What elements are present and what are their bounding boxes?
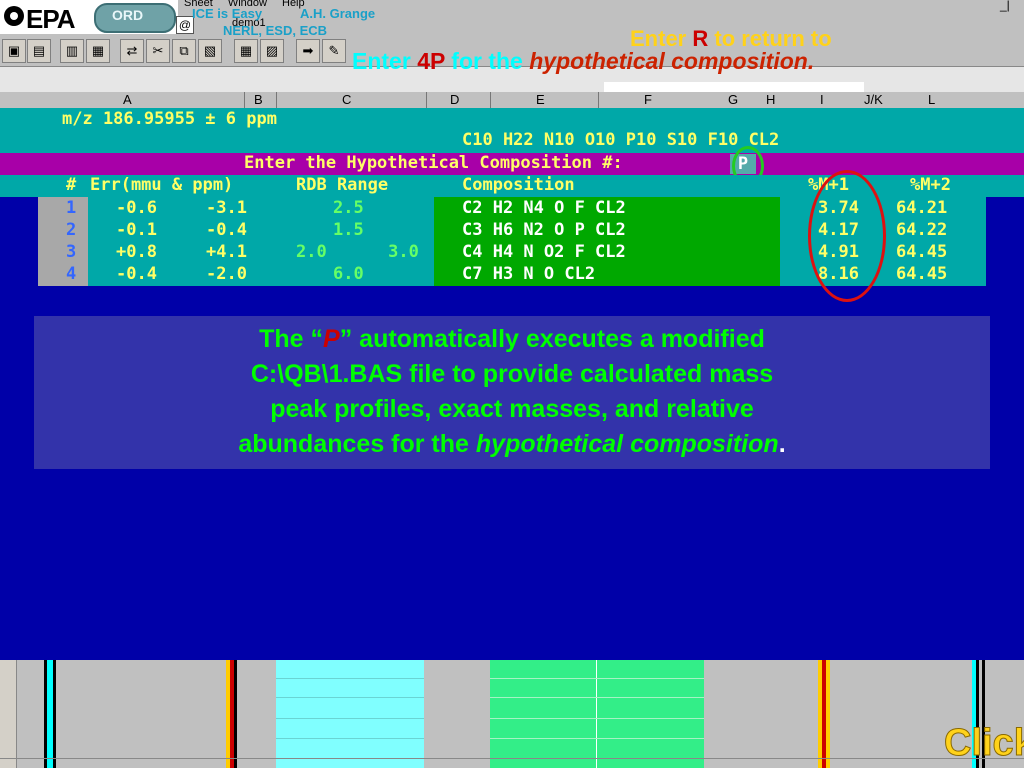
header-composition: Composition — [462, 175, 575, 195]
header-index: # — [66, 175, 77, 195]
open-file-icon[interactable]: ▤ — [27, 39, 51, 63]
paste-icon[interactable]: ▧ — [198, 39, 222, 63]
epa-seal-icon — [4, 6, 24, 26]
save-icon[interactable]: ▥ — [60, 39, 84, 63]
column-header-l[interactable]: L — [928, 92, 935, 107]
column-header-c[interactable]: C — [342, 92, 351, 107]
column-header-a[interactable]: A — [123, 92, 132, 107]
copy-icon[interactable]: ⧉ — [172, 39, 196, 63]
instruction-banner: Enter 4P for the hypothetical compositio… — [352, 48, 815, 74]
header-rdb: RDB Range — [296, 175, 389, 195]
click-button[interactable]: Click — [944, 722, 1024, 765]
cyan-cell-block[interactable] — [276, 660, 424, 768]
column-header-h[interactable]: H — [766, 92, 775, 107]
new-file-icon[interactable]: ▣ — [2, 39, 26, 63]
overlay-author: A.H. Grange — [300, 6, 376, 21]
header-error: Err(mmu & ppm) — [90, 175, 234, 195]
toolbar: ▣ ▤ ▥ ▦ ⇄ ✂ ⧉ ▧ ▦ ▨ ➡ ✎ — [0, 36, 350, 66]
undo-icon[interactable]: ⇄ — [120, 39, 144, 63]
image-icon[interactable]: ▨ — [260, 39, 284, 63]
header-m2: %M+2 — [910, 175, 951, 195]
explanation-text: The “P” automatically executes a modifie… — [238, 325, 786, 458]
arrow-icon[interactable]: ➡ — [296, 39, 320, 63]
max-formula: C10 H22 N10 O10 P10 S10 F10 CL2 — [462, 130, 780, 150]
column-headers: A B C D E F G H I J/K L — [0, 92, 1024, 109]
column-header-e[interactable]: E — [536, 92, 545, 107]
ord-logo: ORD — [86, 0, 178, 34]
column-header-f[interactable]: F — [644, 92, 652, 107]
grid-icon[interactable]: ▦ — [234, 39, 258, 63]
row-headers — [0, 660, 17, 768]
cut-icon[interactable]: ✂ — [146, 39, 170, 63]
window-minimize-icon[interactable]: _| — [1000, 0, 1010, 12]
brush-icon[interactable]: ✎ — [322, 39, 346, 63]
mz-value: m/z 186.95955 ± 6 ppm — [62, 109, 277, 129]
column-header-b[interactable]: B — [254, 92, 263, 107]
column-header-d[interactable]: D — [450, 92, 459, 107]
print-icon[interactable]: ▦ — [86, 39, 110, 63]
green-cell-block[interactable] — [490, 660, 704, 768]
column-header-g[interactable]: G — [728, 92, 738, 107]
column-header-i[interactable]: I — [820, 92, 824, 107]
composition-prompt: Enter the Hypothetical Composition #: — [244, 153, 623, 173]
column-header-jk[interactable]: J/K — [864, 92, 883, 107]
m1-highlight-oval — [808, 170, 886, 302]
epa-logo: EPA — [0, 0, 86, 34]
overlay-title: ICE is Easy — [192, 6, 263, 21]
